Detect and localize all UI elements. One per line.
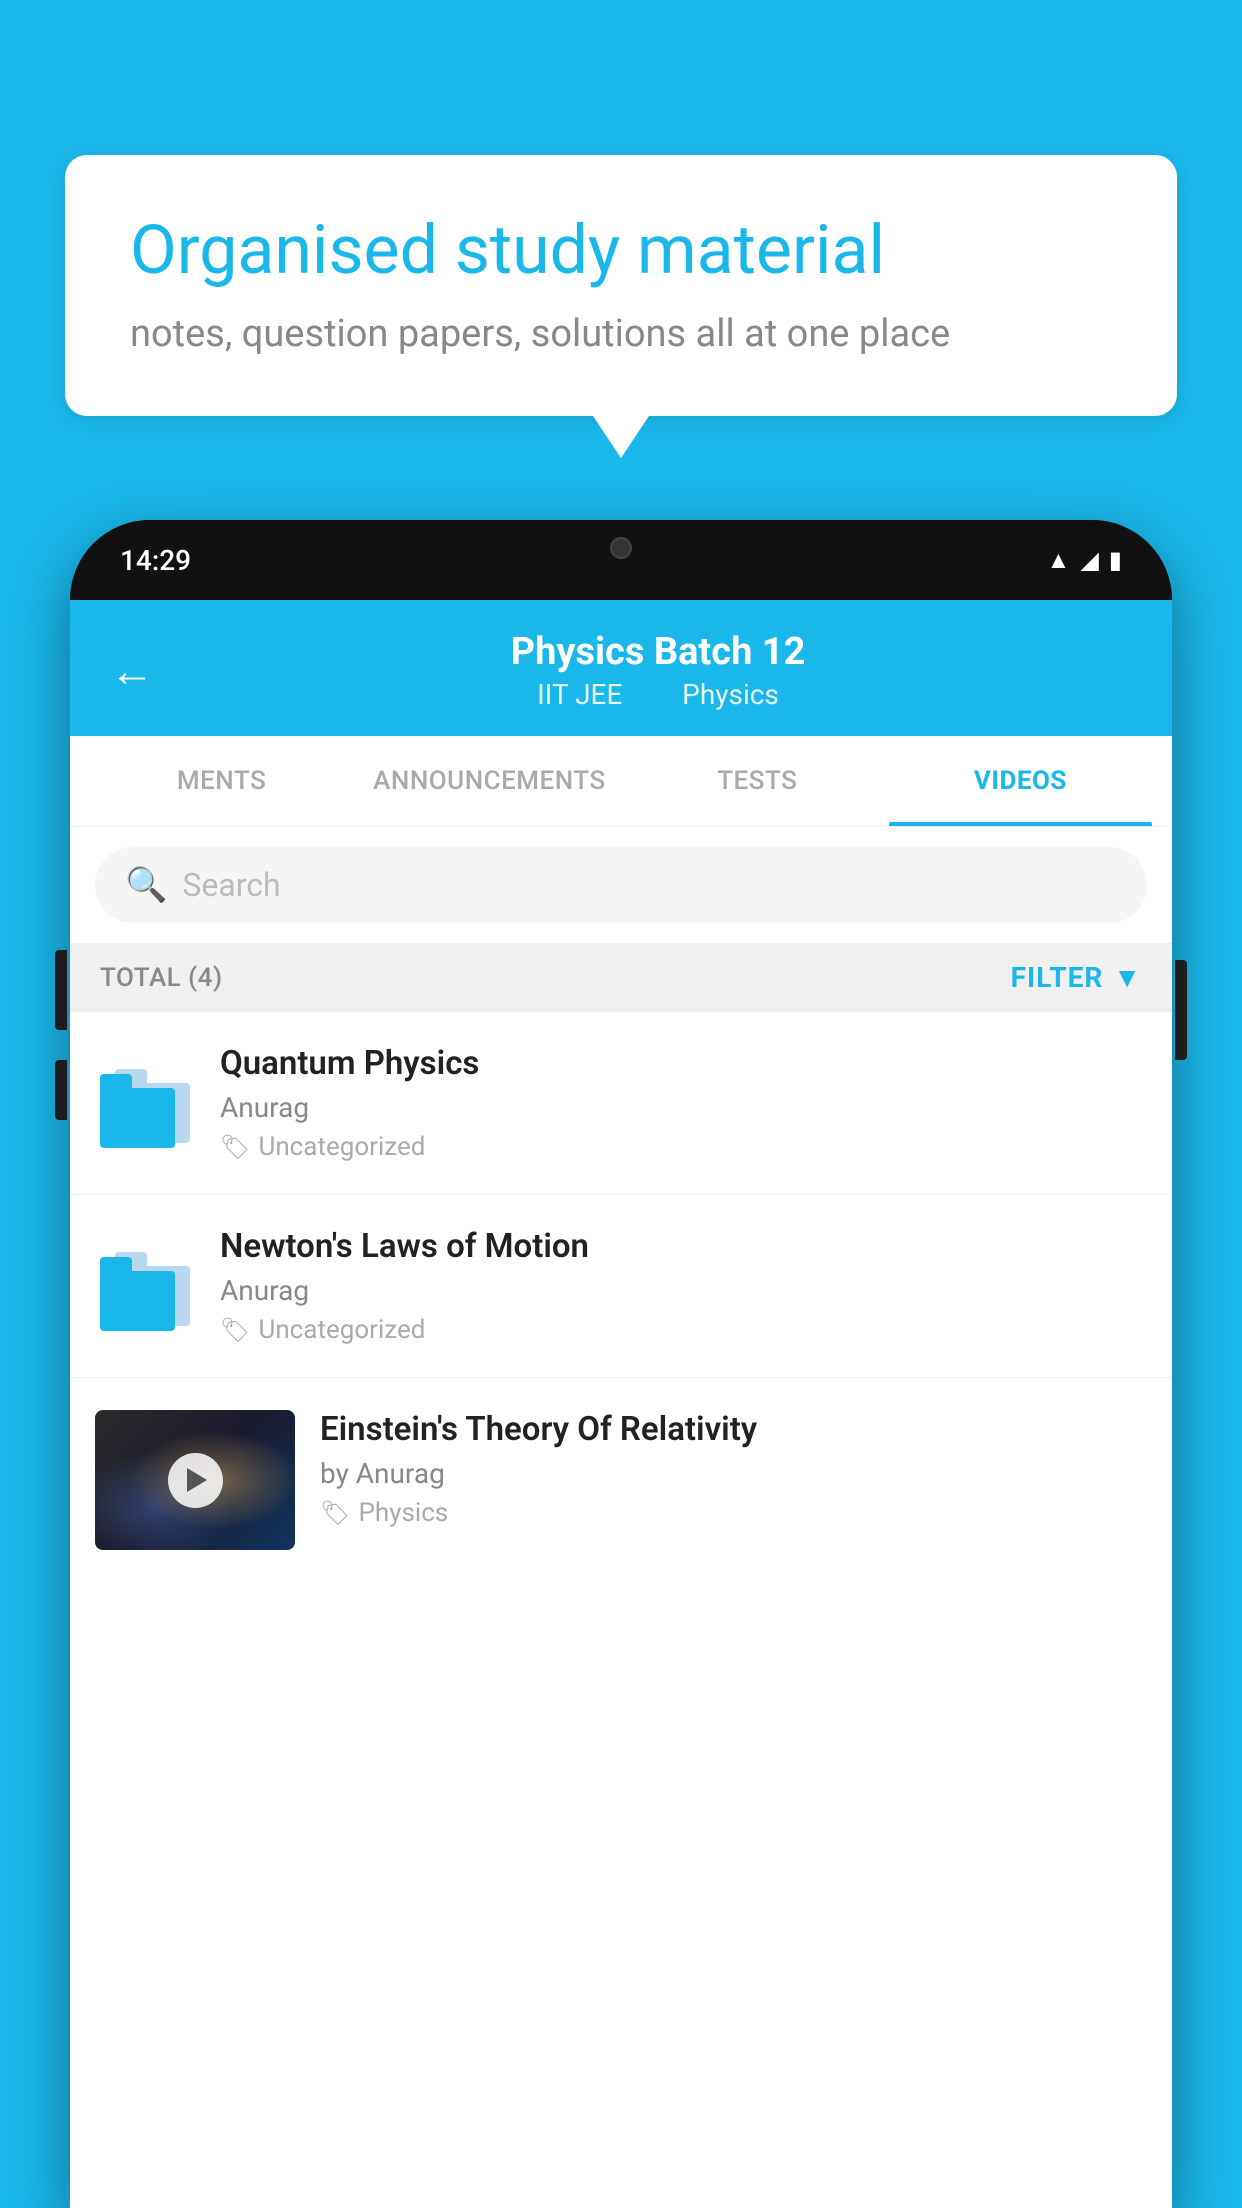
list-item[interactable]: Newton's Laws of Motion Anurag 🏷 Uncateg… (70, 1195, 1172, 1378)
battery-icon: ▮ (1109, 546, 1122, 574)
phone-camera (610, 537, 632, 559)
phone-volume-button (55, 1060, 67, 1120)
tabs-bar: MENTS ANNOUNCEMENTS TESTS VIDEOS (70, 736, 1172, 827)
phone-notch (531, 520, 711, 575)
video-author-3: by Anurag (320, 1457, 1147, 1490)
subtitle-physics: Physics (682, 678, 779, 711)
status-time: 14:29 (120, 544, 191, 577)
tab-ments[interactable]: MENTS (90, 736, 353, 826)
item-thumbnail-3 (95, 1410, 295, 1550)
status-icons: ▲ ◢ ▮ (1047, 546, 1122, 575)
item-info-2: Newton's Laws of Motion Anurag 🏷 Uncateg… (220, 1227, 1147, 1345)
tag-icon-3: 🏷 (320, 1499, 350, 1527)
list-item[interactable]: Einstein's Theory Of Relativity by Anura… (70, 1378, 1172, 1570)
subtitle-iitjee: IIT JEE (537, 678, 622, 711)
filter-label: FILTER (1011, 961, 1104, 994)
item-info-1: Quantum Physics Anurag 🏷 Uncategorized (220, 1044, 1147, 1162)
status-bar: 14:29 ▲ ◢ ▮ (70, 520, 1172, 600)
video-list: Quantum Physics Anurag 🏷 Uncategorized (70, 1012, 1172, 1570)
video-title-1: Quantum Physics (220, 1044, 1147, 1083)
video-author-1: Anurag (220, 1091, 1147, 1124)
video-title-3: Einstein's Theory Of Relativity (320, 1410, 1147, 1449)
speech-bubble-subtext: notes, question papers, solutions all at… (130, 312, 1112, 356)
tag-icon-1: 🏷 (220, 1133, 250, 1161)
phone-side-button-left (55, 950, 67, 1030)
speech-bubble: Organised study material notes, question… (65, 155, 1177, 416)
video-title-2: Newton's Laws of Motion (220, 1227, 1147, 1266)
app-header: ← Physics Batch 12 IIT JEE Physics (70, 600, 1172, 736)
item-info-3: Einstein's Theory Of Relativity by Anura… (320, 1410, 1147, 1528)
tag-text-3: Physics (358, 1498, 448, 1528)
app-title: Physics Batch 12 (184, 630, 1132, 674)
tag-icon-2: 🏷 (220, 1316, 250, 1344)
search-bar[interactable]: 🔍 Search (95, 847, 1147, 923)
speech-bubble-container: Organised study material notes, question… (65, 155, 1177, 416)
filter-bar: TOTAL (4) FILTER ▼ (70, 943, 1172, 1012)
tag-text-2: Uncategorized (258, 1315, 425, 1345)
item-thumbnail-1 (95, 1053, 195, 1153)
list-item[interactable]: Quantum Physics Anurag 🏷 Uncategorized (70, 1012, 1172, 1195)
phone-frame: 14:29 ▲ ◢ ▮ ← Physics Batch 12 IIT JEE P… (70, 520, 1172, 2208)
signal-icon: ◢ (1080, 546, 1098, 574)
header-title-section: Physics Batch 12 IIT JEE Physics (184, 630, 1132, 711)
video-tag-3: 🏷 Physics (320, 1498, 1147, 1528)
total-count: TOTAL (4) (100, 963, 223, 993)
item-thumbnail-2 (95, 1236, 195, 1336)
app-subtitle: IIT JEE Physics (184, 678, 1132, 711)
phone-power-button (1175, 960, 1187, 1060)
back-button[interactable]: ← (110, 645, 154, 697)
tag-text-1: Uncategorized (258, 1132, 425, 1162)
search-container: 🔍 Search (70, 827, 1172, 943)
tab-tests[interactable]: TESTS (626, 736, 889, 826)
search-icon: 🔍 (125, 865, 167, 905)
video-tag-2: 🏷 Uncategorized (220, 1315, 1147, 1345)
subtitle-separator (645, 678, 659, 711)
filter-icon: ▼ (1113, 961, 1142, 994)
speech-bubble-heading: Organised study material (130, 210, 1112, 292)
video-tag-1: 🏷 Uncategorized (220, 1132, 1147, 1162)
search-placeholder: Search (182, 866, 280, 904)
tab-announcements[interactable]: ANNOUNCEMENTS (353, 736, 626, 826)
tab-videos[interactable]: VIDEOS (889, 736, 1152, 826)
filter-button[interactable]: FILTER ▼ (1011, 961, 1142, 994)
play-button-3[interactable] (168, 1453, 223, 1508)
video-author-2: Anurag (220, 1274, 1147, 1307)
phone-screen: ← Physics Batch 12 IIT JEE Physics MENTS… (70, 600, 1172, 2208)
wifi-icon: ▲ (1047, 546, 1071, 575)
